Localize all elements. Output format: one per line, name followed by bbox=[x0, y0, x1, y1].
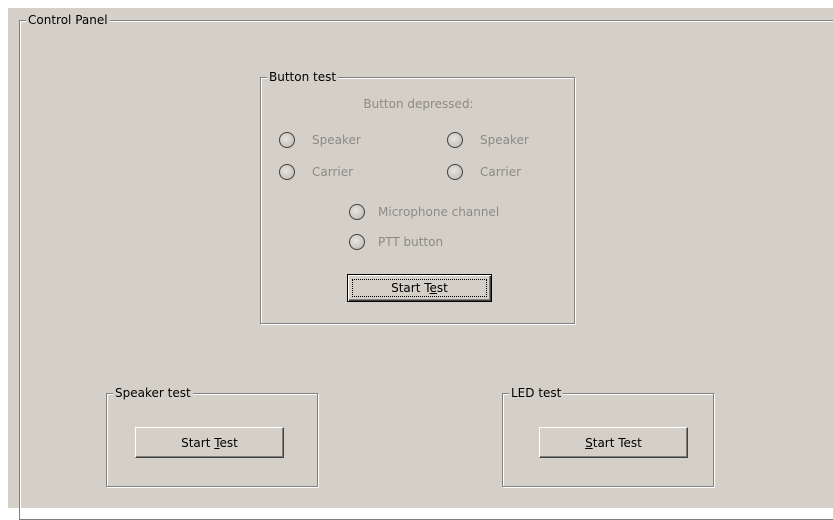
left-carrier-label: Carrier bbox=[312, 165, 354, 179]
speaker-test-group: Speaker test Start Test bbox=[106, 386, 318, 487]
led-test-title: LED test bbox=[509, 386, 564, 400]
label-part: st bbox=[436, 281, 448, 295]
led-test-start-label: Start Test bbox=[585, 436, 642, 450]
mnemonic-letter: S bbox=[585, 435, 593, 450]
label-part: Start T bbox=[391, 281, 430, 295]
led-test-start-button[interactable]: Start Test bbox=[539, 427, 688, 458]
button-test-start-label: Start Test bbox=[391, 281, 448, 295]
right-carrier-label: Carrier bbox=[480, 165, 522, 179]
right-speaker-label: Speaker bbox=[480, 133, 529, 147]
left-edge bbox=[0, 0, 8, 508]
speaker-test-start-button[interactable]: Start Test bbox=[135, 427, 284, 458]
ptt-button-label: PTT button bbox=[378, 235, 444, 249]
left-carrier-indicator bbox=[279, 164, 295, 180]
mnemonic-letter: e bbox=[429, 281, 437, 295]
microphone-channel-label: Microphone channel bbox=[378, 205, 500, 219]
led-test-group: LED test Start Test bbox=[502, 386, 714, 487]
left-speaker-label: Speaker bbox=[312, 133, 361, 147]
button-test-start-button[interactable]: Start Test bbox=[347, 274, 492, 302]
button-test-title: Button test bbox=[267, 70, 339, 84]
microphone-channel-indicator bbox=[349, 204, 365, 220]
speaker-test-title: Speaker test bbox=[113, 386, 193, 400]
right-speaker-indicator bbox=[447, 132, 463, 148]
label-part: tart Test bbox=[592, 435, 642, 450]
ptt-button-indicator bbox=[349, 234, 365, 250]
left-speaker-indicator bbox=[279, 132, 295, 148]
control-panel-title: Control Panel bbox=[26, 13, 110, 27]
label-part: Start bbox=[181, 435, 215, 450]
button-depressed-caption: Button depressed: bbox=[363, 97, 474, 111]
label-part: est bbox=[219, 435, 238, 450]
speaker-test-start-label: Start Test bbox=[181, 436, 238, 450]
right-carrier-indicator bbox=[447, 164, 463, 180]
top-edge bbox=[0, 0, 833, 8]
button-test-group: Button test Button depressed: Speaker Sp… bbox=[260, 70, 575, 324]
